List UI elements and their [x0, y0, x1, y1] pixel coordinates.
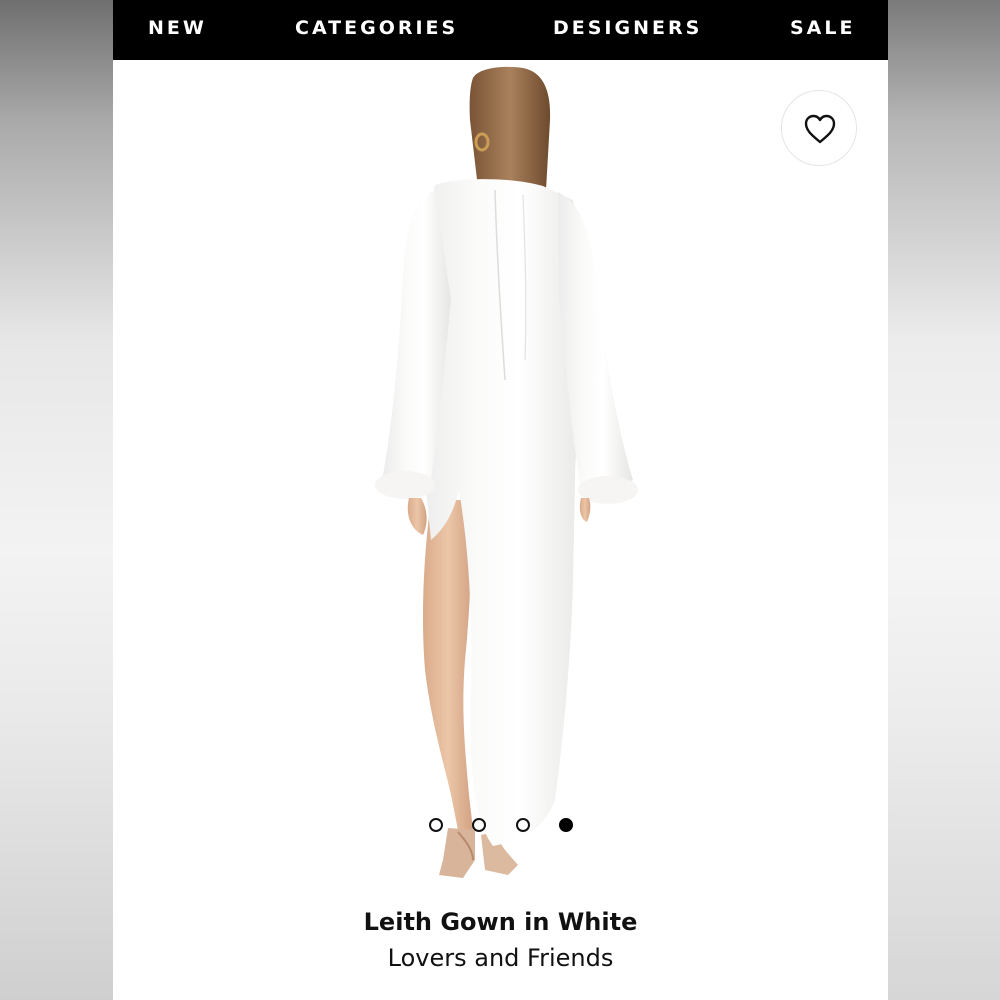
nav-item-new[interactable]: NEW: [148, 15, 207, 41]
leg: [423, 500, 473, 830]
image-carousel-dots: [113, 818, 888, 834]
carousel-dot-4[interactable]: [559, 818, 573, 832]
heart-outline-icon: [804, 114, 836, 144]
nav-item-designers[interactable]: DESIGNERS: [553, 15, 702, 41]
hair: [469, 66, 551, 198]
background-right-blur: [888, 0, 1000, 1000]
background-left-blur: [0, 0, 113, 1000]
carousel-dot-1[interactable]: [429, 818, 443, 832]
product-brand[interactable]: Lovers and Friends: [113, 944, 888, 972]
top-navigation: NEW CATEGORIES DESIGNERS SALE: [113, 0, 888, 60]
product-title: Leith Gown in White: [363, 908, 638, 936]
product-image[interactable]: [113, 60, 888, 895]
heel: [439, 828, 475, 878]
nav-item-categories[interactable]: CATEGORIES: [295, 15, 458, 41]
carousel-dot-3[interactable]: [516, 818, 530, 832]
model-illustration: [375, 66, 638, 878]
favorite-button[interactable]: [781, 90, 857, 166]
carousel-dot-2[interactable]: [472, 818, 486, 832]
product-screen: NEW CATEGORIES DESIGNERS SALE Leith Gown…: [113, 0, 888, 1000]
nav-item-sale[interactable]: SALE: [790, 15, 855, 41]
